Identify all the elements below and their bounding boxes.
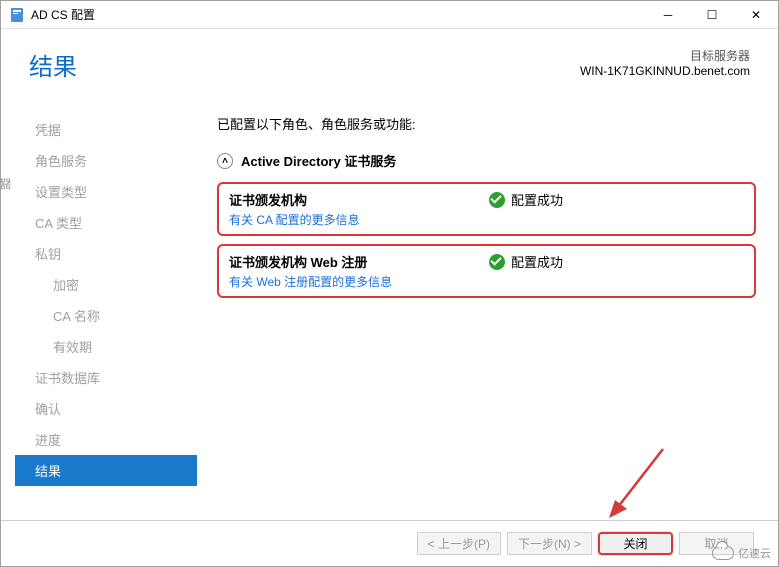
prev-button: < 上一步(P) xyxy=(417,532,501,555)
target-server-info: 目标服务器 WIN-1K71GKINNUD.benet.com xyxy=(580,47,750,78)
content-intro: 已配置以下角色、角色服务或功能: xyxy=(217,114,756,133)
sidebar-item-results[interactable]: 结果 xyxy=(15,455,197,486)
app-icon xyxy=(9,7,25,23)
minimize-button[interactable]: ─ xyxy=(646,1,690,29)
result-title: 证书颁发机构 Web 注册 xyxy=(229,252,489,271)
more-info-link[interactable]: 有关 Web 注册配置的更多信息 xyxy=(229,273,744,290)
target-server-label: 目标服务器 xyxy=(580,47,750,64)
section-header[interactable]: Active Directory 证书服务 xyxy=(217,151,756,170)
wizard-sidebar: 凭据 角色服务 设置类型 CA 类型 私钥 加密 CA 名称 有效期 证书数据库… xyxy=(15,92,197,520)
watermark-text: 亿速云 xyxy=(738,545,771,561)
chevron-up-icon xyxy=(217,153,233,169)
sidebar-item-cert-database: 证书数据库 xyxy=(15,362,197,393)
left-handle: 器 xyxy=(0,178,14,190)
close-window-button[interactable]: ✕ xyxy=(734,1,778,29)
page-title: 结果 xyxy=(29,47,77,82)
target-server-name: WIN-1K71GKINNUD.benet.com xyxy=(580,64,750,78)
more-info-link[interactable]: 有关 CA 配置的更多信息 xyxy=(229,211,744,228)
result-title: 证书颁发机构 xyxy=(229,190,489,209)
content-pane: 已配置以下角色、角色服务或功能: Active Directory 证书服务 证… xyxy=(197,92,764,520)
sidebar-item-ca-type: CA 类型 xyxy=(15,207,197,238)
status-text: 配置成功 xyxy=(511,190,563,209)
sidebar-item-progress: 进度 xyxy=(15,424,197,455)
titlebar: AD CS 配置 ─ ☐ ✕ xyxy=(1,1,778,29)
check-icon xyxy=(489,192,505,208)
sidebar-item-confirm: 确认 xyxy=(15,393,197,424)
footer: < 上一步(P) 下一步(N) > 关闭 取消 xyxy=(1,520,778,566)
status-badge: 配置成功 xyxy=(489,252,563,271)
result-box-web-enroll: 证书颁发机构 Web 注册 配置成功 有关 Web 注册配置的更多信息 xyxy=(217,244,756,298)
sidebar-item-credentials: 凭据 xyxy=(15,114,197,145)
sidebar-item-cryptography: 加密 xyxy=(15,269,197,300)
sidebar-item-role-services: 角色服务 xyxy=(15,145,197,176)
sidebar-item-private-key: 私钥 xyxy=(15,238,197,269)
sidebar-item-ca-name: CA 名称 xyxy=(15,300,197,331)
close-button[interactable]: 关闭 xyxy=(598,532,673,555)
result-box-ca: 证书颁发机构 配置成功 有关 CA 配置的更多信息 xyxy=(217,182,756,236)
status-badge: 配置成功 xyxy=(489,190,563,209)
maximize-button[interactable]: ☐ xyxy=(690,1,734,29)
window-title: AD CS 配置 xyxy=(31,6,646,23)
status-text: 配置成功 xyxy=(511,252,563,271)
sidebar-item-setup-type: 设置类型 xyxy=(15,176,197,207)
window-controls: ─ ☐ ✕ xyxy=(646,1,778,29)
check-icon xyxy=(489,254,505,270)
section-title: Active Directory 证书服务 xyxy=(241,151,396,170)
cloud-icon xyxy=(712,546,734,560)
next-button: 下一步(N) > xyxy=(507,532,592,555)
page-header: 结果 目标服务器 WIN-1K71GKINNUD.benet.com xyxy=(1,29,778,92)
watermark: 亿速云 xyxy=(712,545,771,561)
sidebar-item-validity: 有效期 xyxy=(15,331,197,362)
